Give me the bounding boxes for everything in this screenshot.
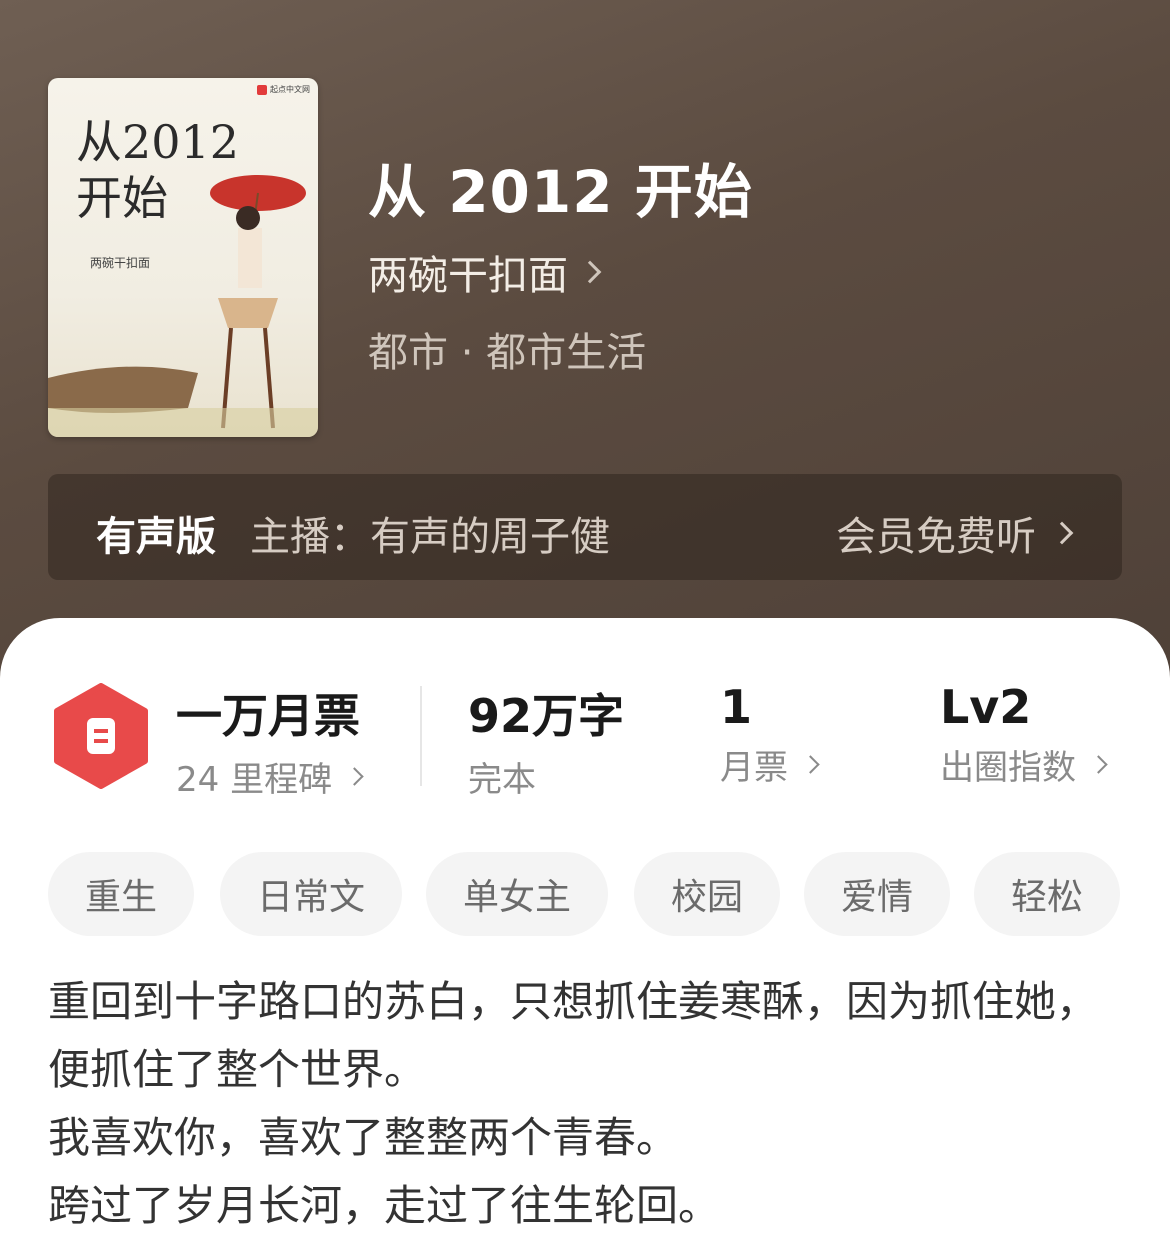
chevron-right-icon — [578, 260, 602, 284]
author-name: 两碗干扣面 — [368, 253, 568, 299]
cover-title: 从2012 开始 — [76, 115, 240, 225]
tag-chip[interactable]: 重生 — [48, 852, 194, 936]
popularity-level: Lv2 — [940, 680, 1032, 734]
word-count-stat: 92万字 完本 — [468, 680, 624, 801]
audio-host: 主播：有声的周子健 — [250, 514, 610, 560]
milestone-sub: 24 里程碑 — [176, 760, 333, 800]
monthly-votes-count: 1 — [720, 680, 753, 734]
monthly-votes-label: 月票 — [720, 748, 788, 788]
book-category: 都市 · 都市生活 — [368, 330, 647, 376]
book-description[interactable]: 重回到十字路口的苏白，只想抓住姜寒酥，因为抓住她，便抓住了整个世界。 我喜欢你，… — [48, 968, 1128, 1240]
publisher-logo-icon — [257, 84, 267, 95]
tag-chip[interactable]: 轻松 — [974, 852, 1120, 936]
book-title: 从 2012 开始 — [368, 158, 753, 226]
publisher-name: 起点中文网 — [270, 85, 310, 94]
chevron-right-icon — [801, 755, 820, 774]
cover-author: 两碗干扣面 — [90, 256, 151, 270]
audio-version-bar[interactable]: 有声版 主播：有声的周子健 会员免费听 — [48, 474, 1122, 580]
book-cover[interactable]: 从2012 开始 两碗干扣面 起点中文网 — [48, 78, 318, 437]
popularity-index-stat[interactable]: Lv2 出圈指数 — [940, 680, 1108, 789]
book-header: 从2012 开始 两碗干扣面 起点中文网 从 2012 开始 两碗干扣面 都市 … — [0, 0, 1170, 680]
ticket-badge-icon — [54, 683, 148, 789]
member-listen-button[interactable]: 会员免费听 — [836, 504, 1074, 562]
stat-divider — [420, 686, 422, 786]
chevron-right-icon — [1089, 755, 1108, 774]
milestone-title: 一万月票 — [176, 689, 360, 743]
description-line: 跨过了岁月长河，走过了往生轮回。 — [48, 1181, 721, 1230]
chevron-right-icon — [345, 767, 364, 786]
tag-chip[interactable]: 单女主 — [426, 852, 608, 936]
tag-list: 重生 日常文 单女主 校园 爱情 轻松 — [48, 852, 1128, 936]
tag-chip[interactable]: 爱情 — [804, 852, 950, 936]
tag-chip[interactable]: 日常文 — [220, 852, 402, 936]
popularity-label: 出圈指数 — [940, 748, 1076, 788]
cover-publisher: 起点中文网 — [257, 84, 310, 95]
description-line: 重回到十字路口的苏白，只想抓住姜寒酥，因为抓住她，便抓住了整个世界。 — [48, 977, 1099, 1094]
description-line: 我喜欢你，喜欢了整整两个青春。 — [48, 1113, 679, 1162]
milestone-stat[interactable]: 一万月票 24 里程碑 — [176, 680, 364, 801]
word-count: 92万字 — [468, 689, 625, 743]
audio-version-label: 有声版 — [96, 514, 216, 560]
chevron-right-icon — [1050, 521, 1074, 545]
monthly-votes-stat[interactable]: 1 月票 — [720, 680, 820, 789]
book-status: 完本 — [468, 760, 536, 800]
author-link[interactable]: 两碗干扣面 — [368, 243, 602, 301]
tag-chip[interactable]: 校园 — [634, 852, 780, 936]
member-listen-label: 会员免费听 — [836, 514, 1036, 560]
